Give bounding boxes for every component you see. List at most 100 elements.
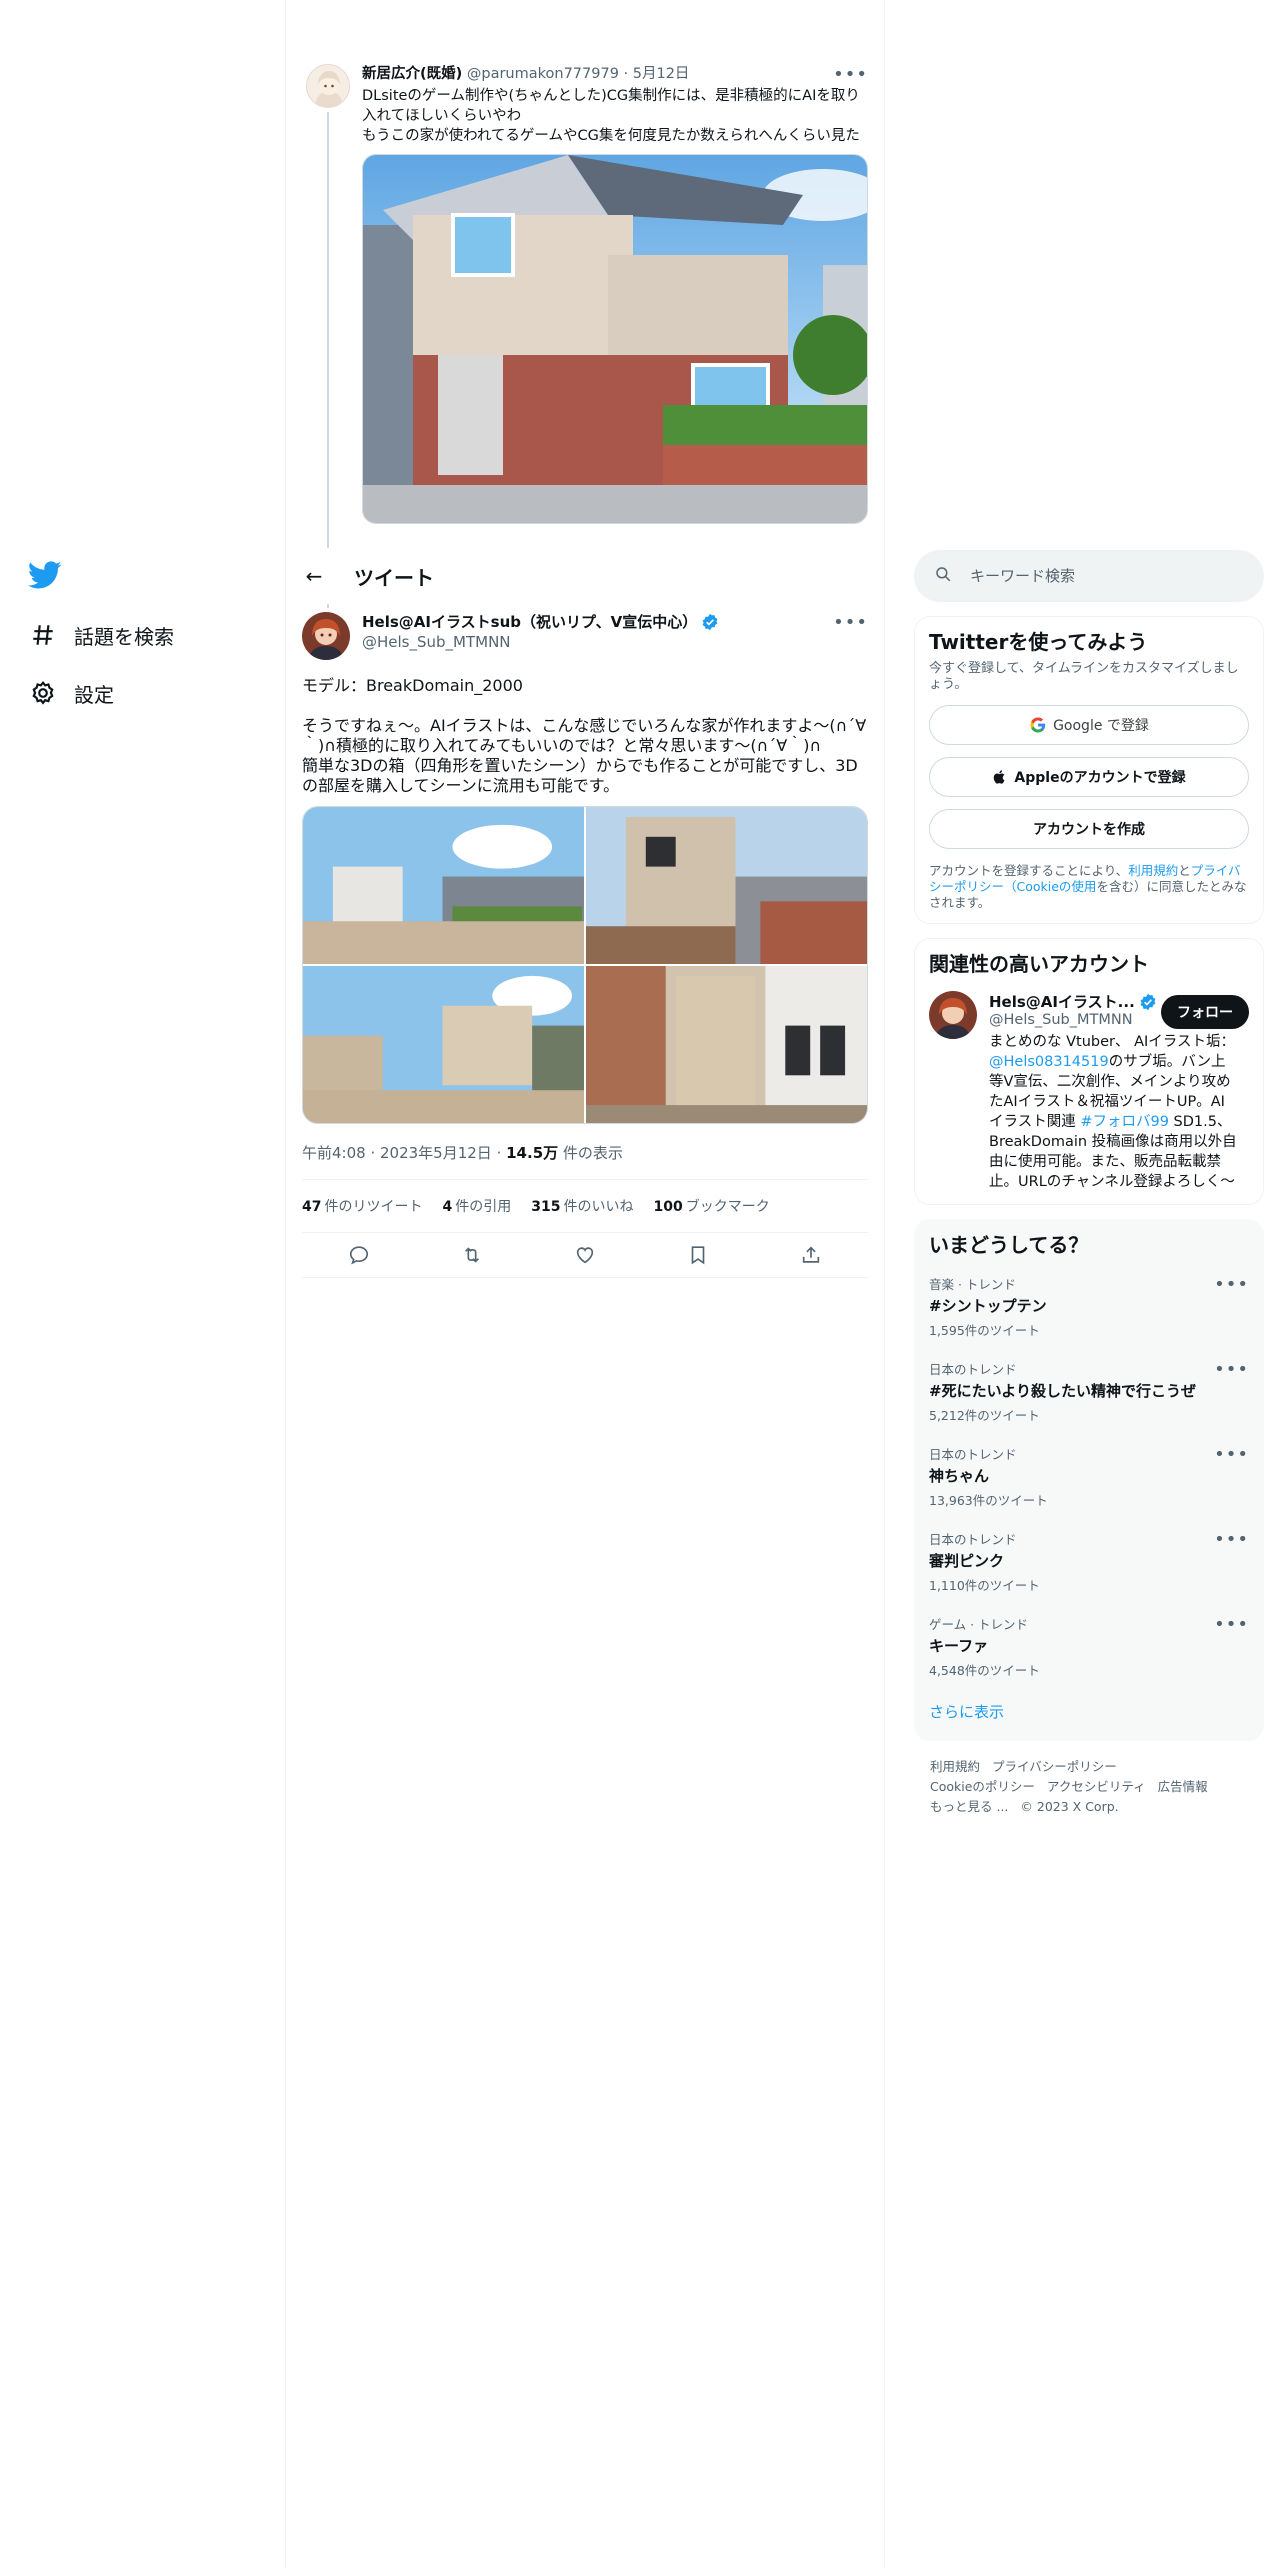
signup-legal-note: アカウントを登録することにより、利用規約とプライバシーポリシー（Cookieの使… [929,863,1247,910]
nav-settings[interactable]: 設定 [28,664,278,722]
create-account-label: アカウントを作成 [1033,822,1145,838]
trends-title: いまどうしてる？ [929,1233,1089,1257]
parent-tweet[interactable]: 新居広介(既婚) @parumakon777979 · 5月12日 ••• DL… [286,58,884,608]
bookmark-stat[interactable]: 100 ブックマーク [653,1196,769,1216]
footer-link[interactable]: プライバシーポリシー [992,1759,1117,1774]
search-icon [934,565,952,587]
more-icon[interactable]: ••• [1214,1274,1249,1295]
tweet-time[interactable]: 午前4:08 [302,1144,366,1162]
trend-item[interactable]: ゲーム · トレンド キーファ 4,548件のツイート ••• [929,1604,1249,1689]
user-name[interactable]: Hels@AIイラストsub（祝いリプ、V宣伝中心） [362,612,697,632]
related-bio: まとめのな Vtuber、 AIイラスト垢：@Hels08314519のサブ垢。… [989,1034,1237,1190]
separator: · [623,66,629,82]
mention-link[interactable]: @Hels08314519 [989,1054,1109,1070]
follow-button[interactable]: フォロー [1161,995,1249,1029]
media-image[interactable] [303,966,584,1123]
avatar[interactable] [306,64,350,108]
like-stat[interactable]: 315 件のいいね [531,1196,633,1216]
parent-tweet-text: DLsiteのゲーム制作や(ちゃんとした)CG集制作には、是非積極的にAIを取り… [362,88,860,144]
trends-card: いまどうしてる？ 音楽 · トレンド #シントップテン 1,595件のツイート … [914,1219,1264,1741]
retweet-icon[interactable] [455,1238,489,1272]
hashtag-icon [28,620,58,650]
media-image[interactable] [586,807,867,964]
view-count: 14.5万 [506,1144,559,1162]
trend-item[interactable]: 日本のトレンド 審判ピンク 1,110件のツイート ••• [929,1519,1249,1604]
signup-title: Twitterを使ってみよう [929,630,1148,654]
gear-icon [28,678,58,708]
nav-explore-label: 話題を検索 [74,624,174,649]
bookmark-icon[interactable] [681,1238,715,1272]
tweet-actions [302,1233,868,1277]
signup-subtitle: 今すぐ登録して、タイムラインをカスタマイズしましょう。 [929,661,1239,692]
avatar[interactable] [302,612,350,660]
footer-link[interactable]: もっと見る ... [930,1799,1008,1814]
back-arrow-icon[interactable]: ← [286,564,342,588]
divider [302,1277,868,1278]
more-icon[interactable]: ••• [1214,1614,1249,1635]
google-icon [1029,716,1047,734]
avatar[interactable] [929,991,977,1039]
create-account-button[interactable]: アカウントを作成 [929,809,1249,849]
trend-item[interactable]: 音楽 · トレンド #シントップテン 1,595件のツイート ••• [929,1264,1249,1349]
hashtag-link[interactable]: #フォロバ99 [1080,1114,1169,1130]
copyright: © 2023 X Corp. [1020,1799,1119,1814]
user-handle[interactable]: @Hels_Sub_MTMNN [362,632,719,652]
tweet-date[interactable]: 5月12日 [633,66,690,82]
more-icon[interactable]: ••• [833,64,868,85]
tweet-author: Hels@AIイラストsub（祝いリプ、V宣伝中心） @Hels_Sub_MTM… [302,612,868,660]
tweet-text: モデル：BreakDomain_2000 そうですねぇ～。AIイラストは、こんな… [302,676,867,795]
page-header: ← ツイート [286,548,884,604]
tweet-date[interactable]: 2023年5月12日 [380,1144,492,1162]
left-navigation: 話題を検索 設定 [27,558,278,722]
verified-badge-icon [1140,993,1156,1010]
twitter-logo-icon[interactable] [27,558,62,592]
google-signup-button[interactable]: Google で登録 [929,705,1249,745]
related-title: 関連性の高いアカウント [929,952,1149,976]
like-icon[interactable] [568,1238,602,1272]
signup-card: Twitterを使ってみよう 今すぐ登録して、タイムラインをカスタマイズしましょ… [914,616,1264,924]
page-title: ツイート [354,565,434,590]
trend-item[interactable]: 日本のトレンド 神ちゃん 13,963件のツイート ••• [929,1434,1249,1519]
search-bar[interactable] [914,550,1264,602]
user-name[interactable]: 新居広介(既婚) [362,66,462,82]
related-accounts-card: 関連性の高いアカウント Hels@AIイラスト... @Hels_Sub_MTM… [914,938,1264,1205]
view-label: 件の表示 [562,1144,623,1162]
footer: 利用規約 プライバシーポリシー Cookieのポリシー アクセシビリティ 広告情報 も… [914,1757,1264,1817]
apple-icon [992,769,1008,785]
nav-explore[interactable]: 話題を検索 [28,606,278,664]
right-sidebar: Twitterを使ってみよう 今すぐ登録して、タイムラインをカスタマイズしましょ… [914,550,1264,1817]
footer-link[interactable]: Cookieのポリシー [930,1779,1035,1794]
thread-line [327,112,329,608]
footer-link[interactable]: 利用規約 [930,1759,980,1774]
reply-icon[interactable] [342,1238,376,1272]
more-icon[interactable]: ••• [1214,1529,1249,1550]
share-icon[interactable] [794,1238,828,1272]
more-icon[interactable]: ••• [1214,1444,1249,1465]
terms-link[interactable]: 利用規約 [1128,863,1178,878]
footer-link[interactable]: 広告情報 [1158,1779,1208,1794]
related-name[interactable]: Hels@AIイラスト... [989,991,1135,1012]
more-icon[interactable]: ••• [1214,1359,1249,1380]
media-image[interactable] [303,807,584,964]
retweet-stat[interactable]: 47 件のリツイート [302,1196,422,1216]
parent-tweet-image[interactable] [362,154,868,524]
focused-tweet: Hels@AIイラストsub（祝いリプ、V宣伝中心） @Hels_Sub_MTM… [302,612,868,1278]
apple-signup-label: Appleのアカウントで登録 [1014,770,1186,786]
nav-settings-label: 設定 [74,682,114,707]
quote-stat[interactable]: 4 件の引用 [442,1196,511,1216]
more-icon[interactable]: ••• [833,612,868,633]
tweet-media-grid [302,806,868,1124]
search-input[interactable] [970,567,1220,585]
right-divider [884,0,885,2568]
apple-signup-button[interactable]: Appleのアカウントで登録 [929,757,1249,797]
show-more-link[interactable]: さらに表示 [929,1689,1249,1728]
google-signup-label: Google で登録 [1053,718,1149,734]
footer-link[interactable]: アクセシビリティ [1047,1779,1146,1794]
user-handle[interactable]: @parumakon777979 [467,66,619,82]
verified-badge-icon [702,613,718,631]
media-image[interactable] [586,966,867,1123]
tweet-meta: 午前4:08 · 2023年5月12日 · 14.5万 件の表示 [302,1144,623,1162]
trend-item[interactable]: 日本のトレンド #死にたいより殺したい精神で行こうぜ 5,212件のツイート •… [929,1349,1249,1434]
related-account[interactable]: Hels@AIイラスト... @Hels_Sub_MTMNN まとめのな Vtu… [929,991,1249,1192]
parent-tweet-header: 新居広介(既婚) @parumakon777979 · 5月12日 [362,64,868,84]
